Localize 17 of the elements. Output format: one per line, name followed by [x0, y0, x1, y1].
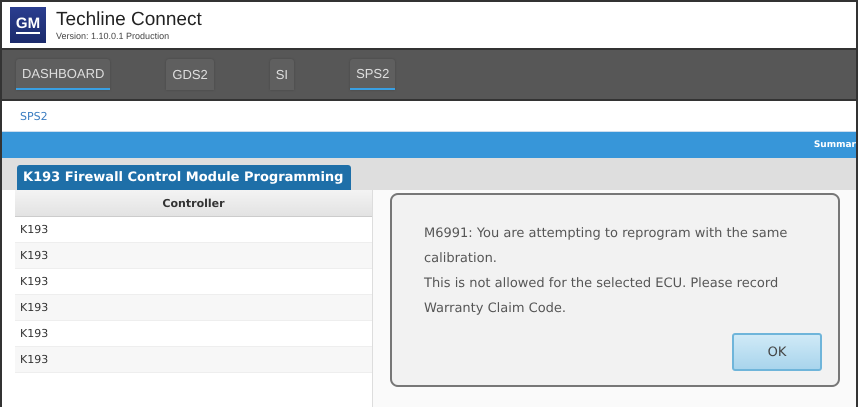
- nav-tab[interactable]: DASHBOARD: [16, 59, 110, 90]
- ok-button[interactable]: OK: [732, 333, 822, 371]
- panel-title: K193 Firewall Control Module Programming: [17, 165, 352, 190]
- table-cell: K193: [15, 295, 372, 321]
- dialog-message: This is not allowed for the selected ECU. Please record Warranty Claim Code.: [424, 275, 780, 318]
- banner-text: Summar: [814, 140, 856, 150]
- nav-tab[interactable]: SI: [270, 59, 294, 90]
- breadcrumb-link[interactable]: SPS2: [20, 110, 48, 122]
- nav-tab[interactable]: SPS2: [350, 59, 396, 90]
- version-text: Version: 1.10.0.1 Production: [56, 31, 170, 41]
- dialog-message: M6991: You are attempting to reprogram with the same calibration.: [424, 225, 788, 268]
- app-title: Techline Connect: [56, 9, 202, 31]
- nav-tab[interactable]: GDS2: [166, 59, 214, 90]
- table-cell: K193: [15, 347, 372, 373]
- gm-logo: GM: [10, 7, 46, 43]
- table-cell: K193: [15, 243, 372, 269]
- column-header: Controller: [15, 190, 372, 217]
